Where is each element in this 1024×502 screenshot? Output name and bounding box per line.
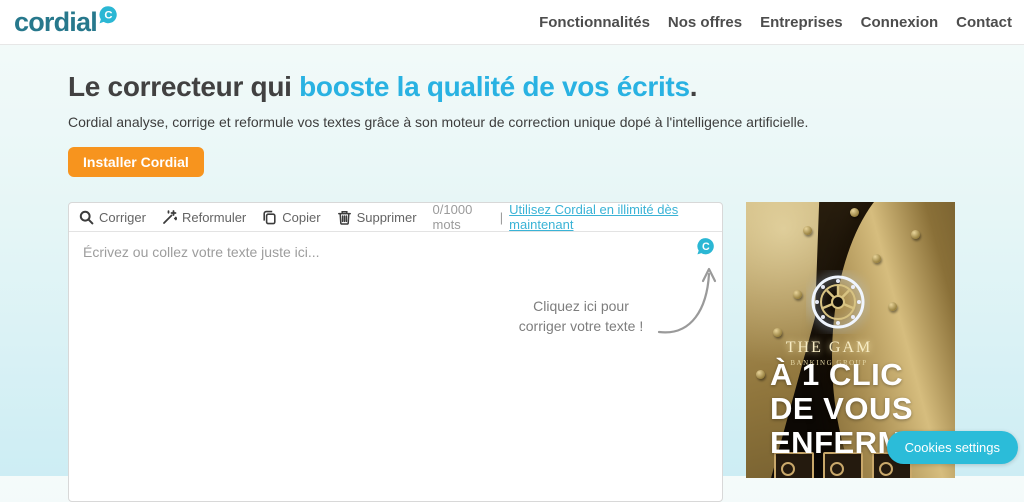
rivet [888, 302, 897, 311]
cordial-bubble-icon: C [696, 237, 715, 256]
nav-item-entreprises[interactable]: Entreprises [760, 14, 843, 31]
title-prefix: Le correcteur qui [68, 71, 299, 102]
page-title: Le correcteur qui booste la qualité de v… [68, 71, 1024, 103]
svg-text:C: C [702, 241, 710, 253]
toolbar-right: 0/1000 mots | Utilisez Cordial en illimi… [433, 202, 712, 232]
separator: | [500, 210, 503, 225]
search-icon [79, 210, 94, 225]
copier-label: Copier [282, 210, 320, 225]
magic-wand-icon [162, 210, 177, 225]
logo[interactable]: cordial C [14, 1, 118, 43]
vault-wheel-emblem-icon [806, 270, 870, 334]
corriger-label: Corriger [99, 210, 146, 225]
header: cordial C Fonctionnalités Nos offres Ent… [0, 0, 1024, 45]
reformuler-button[interactable]: Reformuler [162, 210, 246, 225]
nav-item-nos-offres[interactable]: Nos offres [668, 14, 742, 31]
unlimited-upgrade-link[interactable]: Utilisez Cordial en illimité dès mainten… [509, 202, 712, 232]
rivet [793, 290, 802, 299]
editor-toolbar: Corriger Reformuler Copier [69, 203, 722, 232]
main-nav: Fonctionnalités Nos offres Entreprises C… [539, 14, 1012, 31]
correct-hint-text: Cliquez ici pour corriger votre texte ! [502, 296, 660, 337]
text-editor-area[interactable]: Écrivez ou collez votre texte juste ici.… [69, 232, 722, 501]
correct-bubble-button[interactable]: C [696, 237, 715, 256]
word-count: 0/1000 mots [433, 202, 494, 232]
copier-button[interactable]: Copier [262, 210, 320, 225]
hero-section: Le correcteur qui booste la qualité de v… [68, 71, 1024, 177]
ad-headline-line-2: DE VOUS [770, 392, 948, 426]
ad-headline-line-1: À 1 CLIC [770, 358, 948, 392]
title-suffix: . [690, 71, 697, 102]
logo-text: cordial [14, 1, 97, 43]
title-highlight: booste la qualité de vos écrits [299, 71, 690, 102]
hint-line-1: Cliquez ici pour [502, 296, 660, 316]
rivet [850, 208, 859, 217]
rivet [756, 370, 765, 379]
ad-sign-title: THE GAM [754, 339, 904, 357]
svg-text:C: C [104, 10, 112, 22]
curved-arrow-icon [656, 262, 718, 340]
nav-item-fonctionnalites[interactable]: Fonctionnalités [539, 14, 650, 31]
nav-item-connexion[interactable]: Connexion [861, 14, 939, 31]
cookies-settings-button[interactable]: Cookies settings [887, 431, 1018, 464]
rivet [911, 230, 920, 239]
cordial-bubble-icon: C [98, 5, 118, 25]
trash-icon [337, 210, 352, 225]
corriger-button[interactable]: Corriger [79, 210, 146, 225]
hero-subtitle: Cordial analyse, corrige et reformule vo… [68, 114, 1024, 130]
text-editor-card: Corriger Reformuler Copier [68, 202, 723, 502]
workspace: Corriger Reformuler Copier [68, 202, 1024, 502]
editor-placeholder: Écrivez ou collez votre texte juste ici.… [83, 244, 708, 260]
hint-line-2: corriger votre texte ! [502, 316, 660, 336]
install-cordial-button[interactable]: Installer Cordial [68, 147, 204, 177]
nav-item-contact[interactable]: Contact [956, 14, 1012, 31]
supprimer-button[interactable]: Supprimer [337, 210, 417, 225]
rivet [803, 226, 812, 235]
copy-icon [262, 210, 277, 225]
supprimer-label: Supprimer [357, 210, 417, 225]
rivet [872, 254, 881, 263]
reformuler-label: Reformuler [182, 210, 246, 225]
rivet [773, 328, 782, 337]
